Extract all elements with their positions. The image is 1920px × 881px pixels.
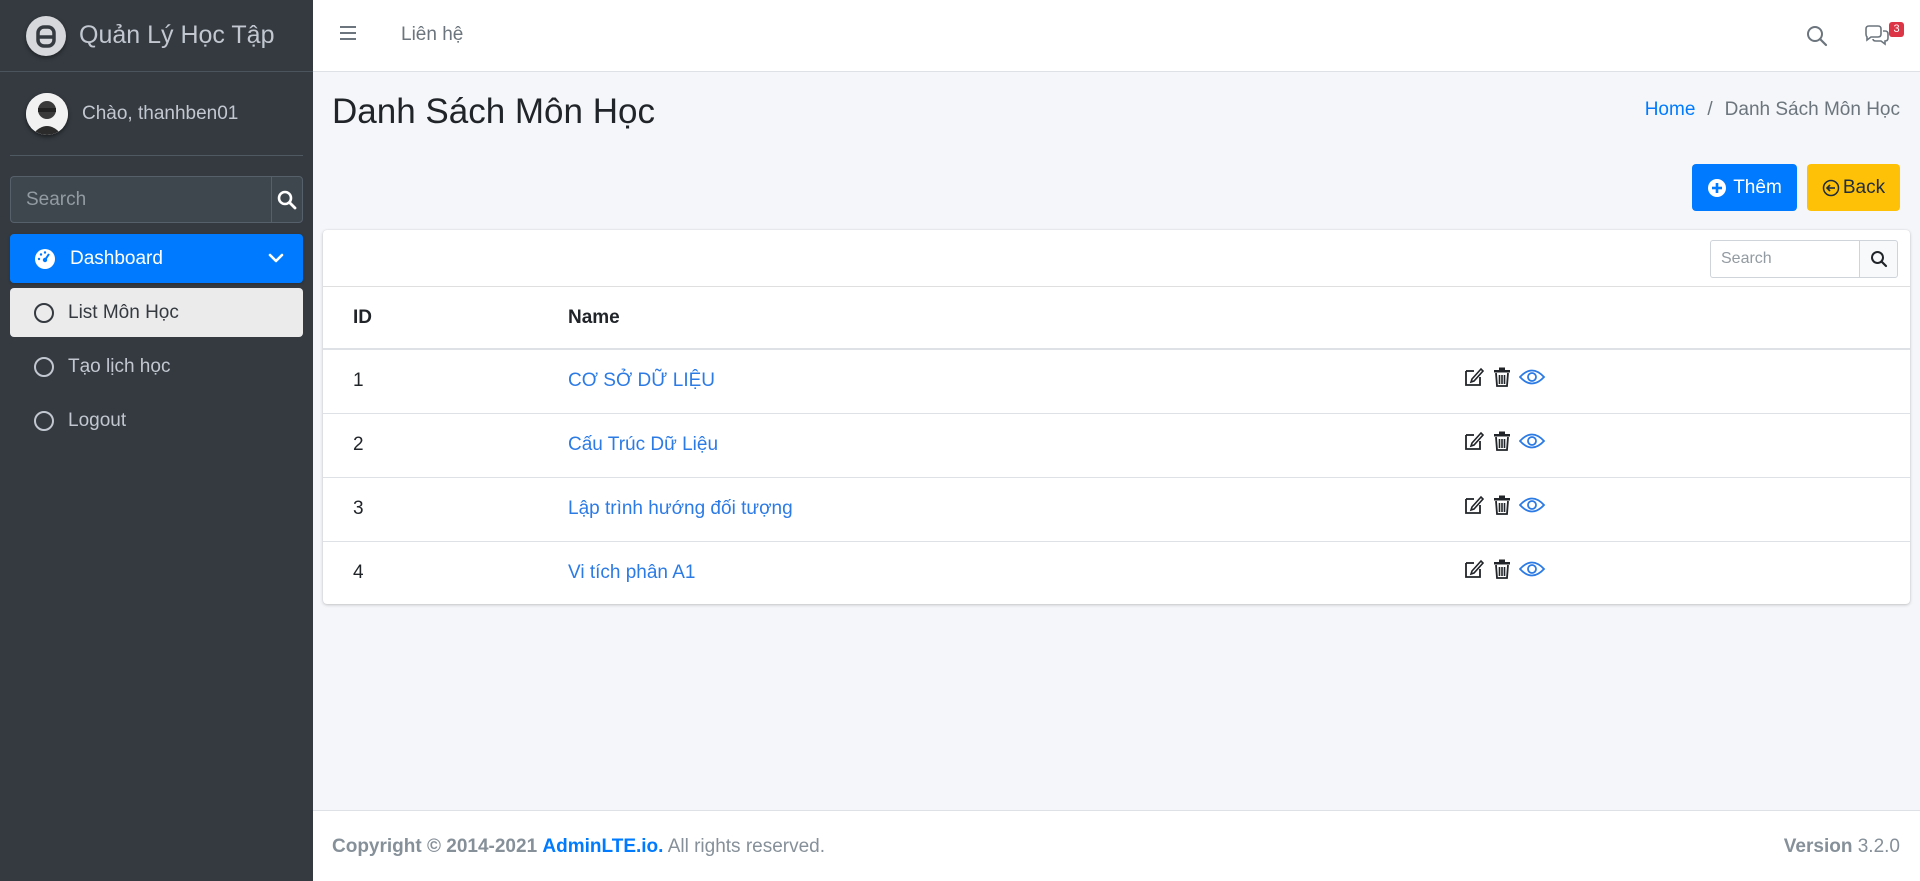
dashboard-gauge-icon [35, 248, 55, 269]
sidebar-search-button[interactable] [271, 176, 303, 223]
cell-id: 1 [353, 370, 364, 391]
trash-icon[interactable] [1491, 430, 1513, 452]
brand-link[interactable]: Quản Lý Học Tập [0, 0, 313, 72]
row-actions [1463, 558, 1545, 580]
nav-link-contact[interactable]: Liên hệ [401, 24, 463, 46]
user-avatar[interactable] [26, 92, 68, 135]
sidebar-item-tao-lich-hoc[interactable]: Tạo lịch học [10, 342, 303, 391]
cell-id: 2 [353, 434, 364, 455]
footer-adminlte-link[interactable]: AdminLTE.io. [542, 836, 663, 857]
notification-badge: 3 [1889, 22, 1904, 37]
column-header-name: Name [568, 307, 620, 328]
search-icon [1807, 26, 1828, 47]
circle-icon [34, 410, 54, 431]
messages-button[interactable] [1864, 25, 1890, 53]
eye-icon[interactable] [1519, 431, 1545, 451]
sidebar-item-dashboard[interactable]: Dashboard [10, 234, 303, 283]
trash-icon[interactable] [1491, 558, 1513, 580]
main-sidebar: Quản Lý Học Tập Chào, thanhben01 Dashboa… [0, 0, 313, 881]
footer-version: Version 3.2.0 [1784, 836, 1900, 858]
trash-icon[interactable] [1491, 494, 1513, 516]
table-search-input[interactable] [1710, 240, 1859, 278]
user-panel: Chào, thanhben01 [10, 72, 303, 156]
version-number: 3.2.0 [1857, 836, 1900, 857]
table-header: ID Name [323, 287, 1910, 350]
table-search [1710, 240, 1898, 278]
subject-link[interactable]: CƠ SỞ DỮ LIỆU [568, 370, 715, 392]
sidebar-item-label: Tạo lịch học [68, 355, 171, 377]
menu-toggle-button[interactable] [339, 24, 357, 48]
brand-logo-icon [26, 15, 66, 56]
subject-link[interactable]: Cấu Trúc Dữ Liệu [568, 434, 718, 456]
user-greeting[interactable]: Chào, thanhben01 [82, 103, 238, 125]
row-actions [1463, 366, 1545, 388]
hamburger-icon [340, 26, 356, 40]
search-icon [277, 190, 297, 209]
chevron-down-icon[interactable] [267, 249, 285, 267]
plus-circle-icon [1708, 178, 1727, 197]
arrow-left-circle-icon [1822, 179, 1840, 196]
footer-copyright: Copyright © 2014-2021 AdminLTE.io. All r… [332, 836, 825, 858]
breadcrumb-separator: / [1707, 99, 1713, 120]
subject-link[interactable]: Lập trình hướng đối tượng [568, 498, 793, 520]
table-search-button[interactable] [1859, 240, 1898, 278]
main-footer: Copyright © 2014-2021 AdminLTE.io. All r… [313, 810, 1920, 881]
sidebar-search [10, 176, 303, 223]
edit-icon[interactable] [1463, 430, 1485, 452]
edit-icon[interactable] [1463, 366, 1485, 388]
sidebar-nav: Dashboard List Môn Học Tạo lịch học Logo… [10, 234, 303, 450]
cell-id: 3 [353, 498, 364, 519]
brand-title: Quản Lý Học Tập [79, 21, 275, 49]
breadcrumb-home-link[interactable]: Home [1645, 99, 1696, 121]
table-row: 4 Vi tích phân A1 [323, 542, 1910, 606]
search-icon [1870, 251, 1887, 268]
sidebar-item-label: Logout [68, 409, 127, 431]
table-row: 3 Lập trình hướng đối tượng [323, 478, 1910, 542]
cell-id: 4 [353, 562, 364, 583]
sidebar-item-label: Dashboard [70, 247, 163, 269]
row-actions [1463, 494, 1545, 516]
table-row: 1 CƠ SỞ DỮ LIỆU [323, 350, 1910, 414]
sidebar-item-list-mon-hoc[interactable]: List Môn Học [10, 288, 303, 337]
version-label: Version [1783, 836, 1853, 857]
circle-icon [34, 356, 54, 377]
eye-icon[interactable] [1519, 559, 1545, 579]
copyright-text: Copyright © 2014-2021 [332, 836, 538, 857]
navbar-search-button[interactable] [1806, 25, 1828, 53]
breadcrumb: Home / Danh Sách Môn Học [1645, 99, 1900, 121]
sidebar-item-logout[interactable]: Logout [10, 396, 303, 445]
circle-icon [34, 302, 54, 323]
add-button-label: Thêm [1733, 176, 1782, 198]
top-navbar: Liên hệ 3 [313, 0, 1920, 72]
sidebar-search-input[interactable] [10, 176, 271, 223]
trash-icon[interactable] [1491, 366, 1513, 388]
back-button-label: Back [1842, 176, 1886, 198]
subject-link[interactable]: Vi tích phân A1 [568, 562, 695, 584]
edit-icon[interactable] [1463, 558, 1485, 580]
subjects-card: ID Name 1 CƠ SỞ DỮ LIỆU 2 Cấu Trúc Dữ Li… [323, 230, 1910, 604]
card-header [323, 230, 1910, 287]
page-title: Danh Sách Môn Học [332, 92, 655, 131]
column-header-id: ID [353, 307, 372, 328]
eye-icon[interactable] [1519, 495, 1545, 515]
add-button[interactable]: Thêm [1692, 164, 1797, 211]
rights-text: All rights reserved. [667, 836, 826, 857]
edit-icon[interactable] [1463, 494, 1485, 516]
sidebar-item-label: List Môn Học [68, 301, 179, 323]
table-row: 2 Cấu Trúc Dữ Liệu [323, 414, 1910, 478]
breadcrumb-current: Danh Sách Môn Học [1724, 99, 1900, 120]
back-button[interactable]: Back [1807, 164, 1900, 211]
row-actions [1463, 430, 1545, 452]
eye-icon[interactable] [1519, 367, 1545, 387]
chat-icon [1865, 25, 1889, 46]
